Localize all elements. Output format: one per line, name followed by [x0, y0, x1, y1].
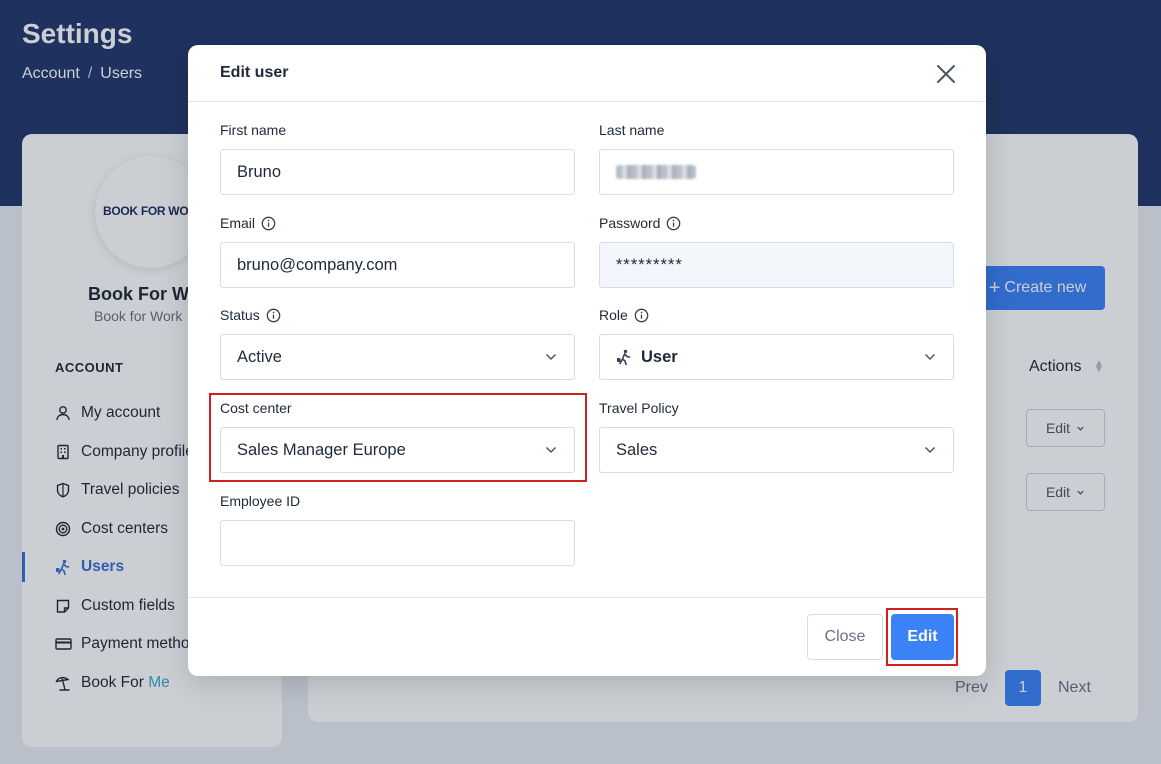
redacted-last-name: [616, 165, 696, 179]
modal-title: Edit user: [220, 64, 289, 81]
email-field[interactable]: bruno@company.com: [220, 242, 575, 288]
status-select[interactable]: Active: [220, 334, 575, 380]
employee-id-field[interactable]: [220, 520, 575, 566]
modal-header: Edit user: [188, 45, 986, 102]
password-label: Password: [599, 215, 681, 231]
first-name-field[interactable]: Bruno: [220, 149, 575, 195]
last-name-field[interactable]: [599, 149, 954, 195]
edit-user-modal: Edit user First name Bruno Last name Ema…: [188, 45, 986, 676]
status-label: Status: [220, 307, 281, 323]
info-icon[interactable]: [261, 216, 276, 231]
info-icon[interactable]: [666, 216, 681, 231]
email-label: Email: [220, 215, 276, 231]
close-button[interactable]: Close: [807, 614, 883, 660]
chevron-down-icon: [545, 353, 557, 361]
traveler-icon: [617, 349, 631, 365]
modal-footer-divider: [188, 597, 986, 598]
travel-policy-select[interactable]: Sales: [599, 427, 954, 473]
chevron-down-icon: [924, 446, 936, 454]
info-icon[interactable]: [266, 308, 281, 323]
password-field: *********: [599, 242, 954, 288]
info-icon[interactable]: [634, 308, 649, 323]
travel-policy-label: Travel Policy: [599, 400, 679, 416]
cost-center-highlight: [209, 393, 587, 482]
role-select[interactable]: User: [599, 334, 954, 380]
role-label: Role: [599, 307, 649, 323]
employee-id-label: Employee ID: [220, 493, 301, 509]
chevron-down-icon: [924, 353, 936, 361]
first-name-label: First name: [220, 122, 287, 138]
edit-button-highlight: [886, 608, 958, 666]
last-name-label: Last name: [599, 122, 665, 138]
close-icon[interactable]: [934, 62, 958, 86]
